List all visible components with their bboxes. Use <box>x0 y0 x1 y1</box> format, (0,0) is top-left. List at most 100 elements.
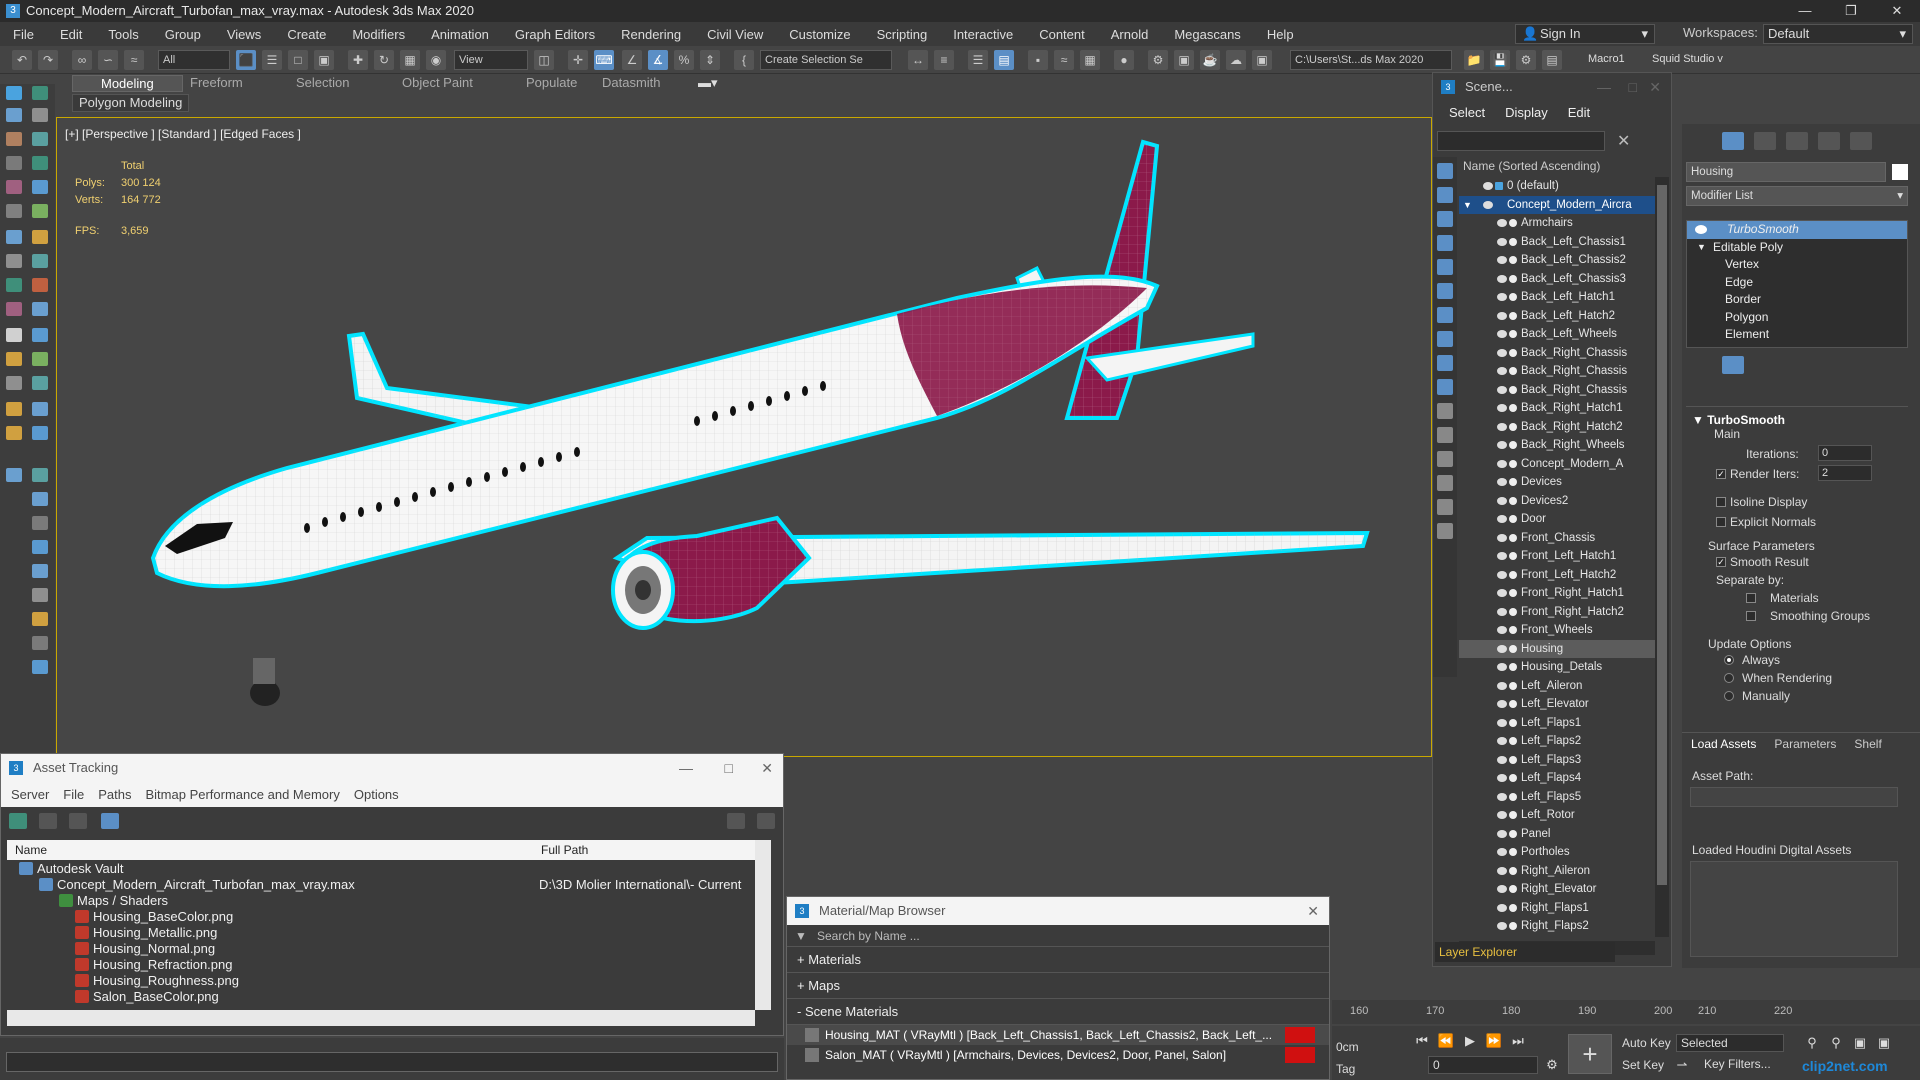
scene-scrollbar[interactable] <box>1655 177 1669 937</box>
target-icon[interactable] <box>6 426 22 440</box>
visibility-eye-icon[interactable] <box>1497 404 1507 412</box>
visibility-eye-icon[interactable] <box>1497 237 1507 246</box>
project-settings-icon[interactable]: ⚙ <box>1516 50 1536 70</box>
modifier-icon[interactable] <box>6 254 22 268</box>
toggle-layer-explorer-icon[interactable]: ▤ <box>994 50 1014 70</box>
angle-snap-icon[interactable]: ∡ <box>648 50 668 70</box>
visibility-eye-icon[interactable] <box>1497 533 1507 542</box>
mirror-tool-icon[interactable] <box>32 540 48 554</box>
minimize-icon[interactable]: — <box>679 754 693 782</box>
expand-arrow-icon[interactable]: ▼ <box>1697 239 1706 257</box>
workspace-dropdown[interactable]: Default ▾ <box>1763 24 1913 44</box>
rect-selection-icon[interactable]: □ <box>288 50 308 70</box>
explicit-normals-checkbox[interactable] <box>1716 517 1726 527</box>
visibility-eye-icon[interactable] <box>1497 348 1507 357</box>
asset-row[interactable]: Salon_BaseColor.png <box>7 989 767 1005</box>
object-color-swatch[interactable] <box>1892 164 1908 180</box>
percent-snap-icon[interactable]: % <box>674 50 694 70</box>
tree-row-object[interactable]: Left_Elevator <box>1459 695 1655 714</box>
visibility-eye-icon[interactable] <box>1497 589 1507 597</box>
show-end-result-icon[interactable] <box>1722 356 1744 374</box>
filter-shapes-icon[interactable] <box>1437 187 1453 203</box>
filter-helpers-icon[interactable] <box>1437 259 1453 275</box>
update-when-rendering-radio[interactable] <box>1724 673 1734 683</box>
tree-row-object[interactable]: Right_Aileron <box>1459 862 1655 881</box>
project-folder-icon[interactable]: 📁 <box>1464 50 1484 70</box>
select-tool-icon[interactable] <box>6 86 22 100</box>
tree-row-object[interactable]: Back_Right_Chassis <box>1459 362 1655 381</box>
tree-row-object[interactable]: Back_Left_Wheels <box>1459 325 1655 344</box>
tab-object-paint[interactable]: Object Paint <box>402 75 473 90</box>
tree-row-object[interactable]: Left_Flaps4 <box>1459 769 1655 788</box>
asset-row[interactable]: Housing_Refraction.png <box>7 957 767 973</box>
zoom-extents-icon[interactable]: ▣ <box>1850 1034 1870 1052</box>
asset-row[interactable]: Housing_Normal.png <box>7 941 767 957</box>
vault-help-icon[interactable] <box>727 813 745 829</box>
loaded-assets-list[interactable] <box>1690 861 1898 957</box>
grid-icon[interactable] <box>6 204 22 218</box>
layer-explorer-dropdown[interactable]: Layer Explorer <box>1435 942 1615 962</box>
visibility-eye-icon[interactable] <box>1483 182 1493 190</box>
particle-icon[interactable] <box>32 230 48 244</box>
visibility-eye-icon[interactable] <box>1497 219 1507 227</box>
torus-icon[interactable] <box>32 352 48 366</box>
asset-menu-bitmap[interactable]: Bitmap Performance and Memory <box>146 782 340 807</box>
tree-row-object[interactable]: Armchairs <box>1459 214 1655 233</box>
key-mode-icon[interactable]: ⇀ <box>1672 1056 1692 1074</box>
set-key-button[interactable]: Set Key <box>1622 1058 1664 1072</box>
tree-row-object[interactable]: Back_Right_Chassis <box>1459 381 1655 400</box>
category-scene-materials[interactable]: - Scene Materials <box>787 999 1329 1025</box>
separate-materials-checkbox[interactable] <box>1746 593 1756 603</box>
visibility-eye-icon[interactable] <box>1497 441 1507 449</box>
scene-menu-edit[interactable]: Edit <box>1568 101 1590 125</box>
key-set-dropdown[interactable]: Selected <box>1676 1034 1784 1052</box>
menu-content[interactable]: Content <box>1026 27 1098 42</box>
geometry-icon[interactable] <box>6 230 22 244</box>
asset-row[interactable]: Housing_BaseColor.png <box>7 909 767 925</box>
visibility-eye-icon[interactable] <box>1497 256 1507 264</box>
time-config-icon[interactable]: ⚙ <box>1542 1056 1562 1074</box>
stack-edge[interactable]: Edge <box>1687 274 1907 292</box>
menu-interactive[interactable]: Interactive <box>940 27 1026 42</box>
close-icon[interactable]: ✕ <box>1874 0 1920 22</box>
mirror-icon[interactable]: ↔ <box>908 50 928 70</box>
filter-xrefs-icon[interactable] <box>1437 331 1453 347</box>
cylinder-icon[interactable] <box>32 328 48 342</box>
filter-none-icon[interactable] <box>1437 475 1453 491</box>
macro-label[interactable]: Macro1 <box>1588 53 1625 65</box>
filter-containers-icon[interactable] <box>1437 379 1453 395</box>
filter-invert-icon[interactable] <box>1437 499 1453 515</box>
visibility-eye-icon[interactable] <box>1497 367 1507 375</box>
bind-space-warp-icon[interactable]: ≈ <box>124 50 144 70</box>
tree-row-object[interactable]: Housing_Detals <box>1459 658 1655 677</box>
restore-icon[interactable]: ❐ <box>1828 0 1874 22</box>
stack-polygon[interactable]: Polygon <box>1687 309 1907 327</box>
eye-icon[interactable] <box>32 402 48 416</box>
layer-icon[interactable] <box>6 156 22 170</box>
clear-search-icon[interactable]: ✕ <box>1617 131 1630 151</box>
tab-polygon-modeling[interactable]: Polygon Modeling <box>72 94 190 112</box>
tree-row-object[interactable]: Concept_Modern_A <box>1459 455 1655 474</box>
squid-studio-label[interactable]: Squid Studio v <box>1652 53 1723 65</box>
key-filters-button[interactable]: Key Filters... <box>1700 1056 1784 1074</box>
tree-row-root-object[interactable]: ▼ Concept_Modern_Aircra <box>1459 195 1655 214</box>
close-icon[interactable]: ✕ <box>761 754 773 782</box>
go-to-start-icon[interactable]: ⏮ <box>1412 1032 1432 1050</box>
tree-row-object[interactable]: Panel <box>1459 825 1655 844</box>
tree-row-object[interactable]: Devices <box>1459 473 1655 492</box>
visibility-eye-icon[interactable] <box>1497 330 1507 338</box>
tree-row-object[interactable]: Front_Right_Hatch1 <box>1459 584 1655 603</box>
project-browse-icon[interactable]: ▤ <box>1542 50 1562 70</box>
asset-row[interactable]: Concept_Modern_Aircraft_Turbofan_max_vra… <box>7 877 767 893</box>
next-frame-icon[interactable]: ⏩ <box>1484 1032 1504 1050</box>
visibility-eye-icon[interactable] <box>1497 422 1507 431</box>
paint-select-icon[interactable] <box>6 108 22 122</box>
visibility-eye-icon[interactable] <box>1497 570 1507 579</box>
filter-all-icon[interactable] <box>1437 451 1453 467</box>
visibility-eye-icon[interactable] <box>1497 885 1507 893</box>
project-path-dropdown[interactable]: C:\Users\St...ds Max 2020 <box>1290 50 1452 70</box>
window-crossing-icon[interactable]: ▣ <box>314 50 334 70</box>
menu-group[interactable]: Group <box>152 27 214 42</box>
schematic-view-icon[interactable]: ▦ <box>1080 50 1100 70</box>
col-name[interactable]: Name <box>15 840 47 860</box>
